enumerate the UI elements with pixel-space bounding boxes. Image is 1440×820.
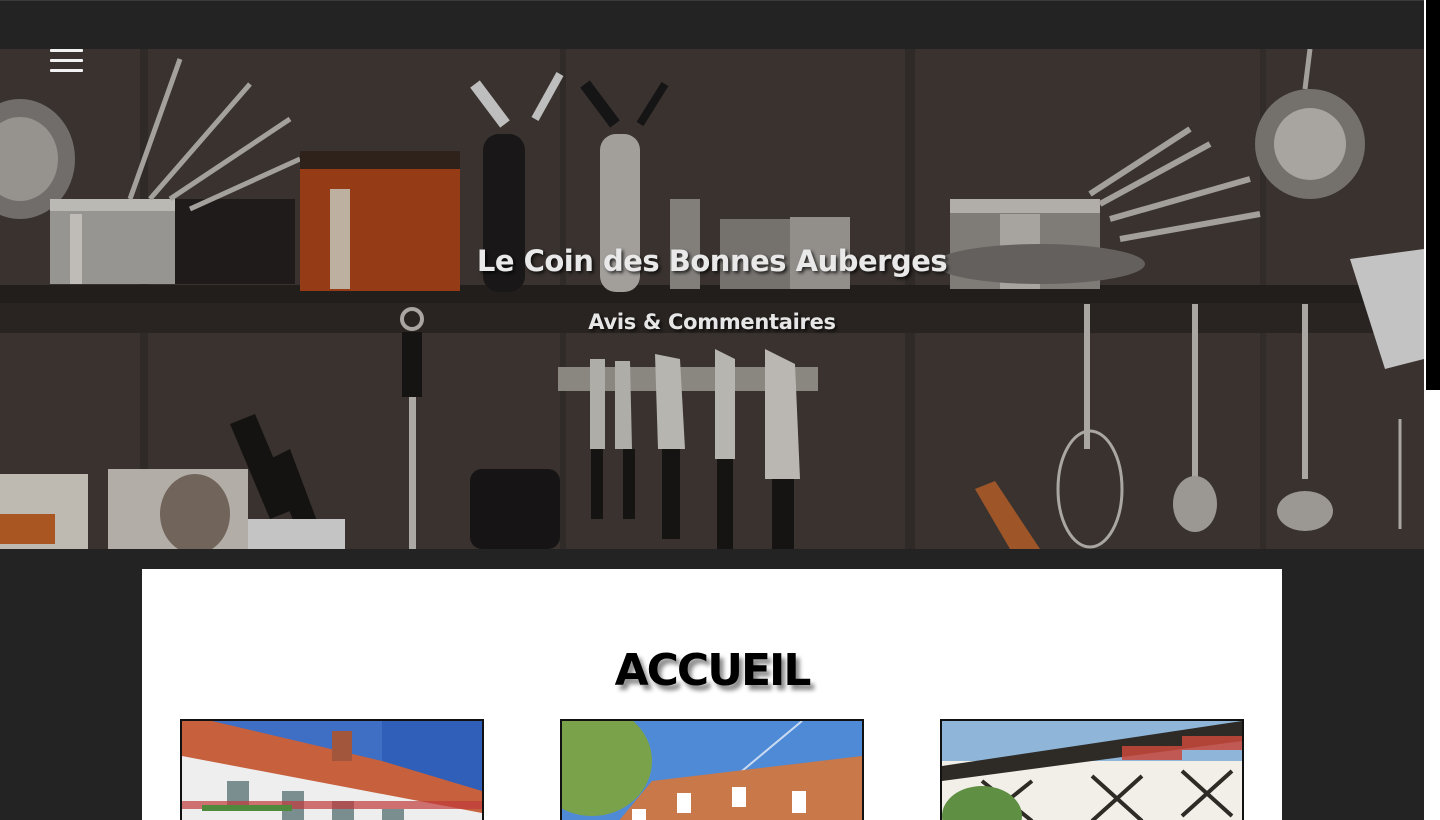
- inn-white-facade-photo: [182, 721, 482, 820]
- scrollbar-thumb[interactable]: [1426, 0, 1440, 390]
- top-bar: [0, 0, 1424, 49]
- inn-brick-roof-photo: [562, 721, 862, 820]
- inn-half-timbered-photo: [942, 721, 1242, 820]
- page: Le Coin des Bonnes Auberges Avis & Comme…: [0, 0, 1424, 820]
- kitchen-shelf-photo: [0, 49, 1424, 549]
- inn-card-3[interactable]: [940, 719, 1244, 820]
- site-title[interactable]: Le Coin des Bonnes Auberges: [0, 244, 1424, 278]
- hamburger-menu-icon[interactable]: [50, 49, 84, 75]
- site-subtitle: Avis & Commentaires: [588, 310, 836, 334]
- page-heading: ACCUEIL: [614, 645, 812, 696]
- hero-banner: [0, 49, 1424, 549]
- inn-card-1[interactable]: [180, 719, 484, 820]
- main-content: ACCUEIL: [142, 569, 1282, 820]
- inn-card-2[interactable]: [560, 719, 864, 820]
